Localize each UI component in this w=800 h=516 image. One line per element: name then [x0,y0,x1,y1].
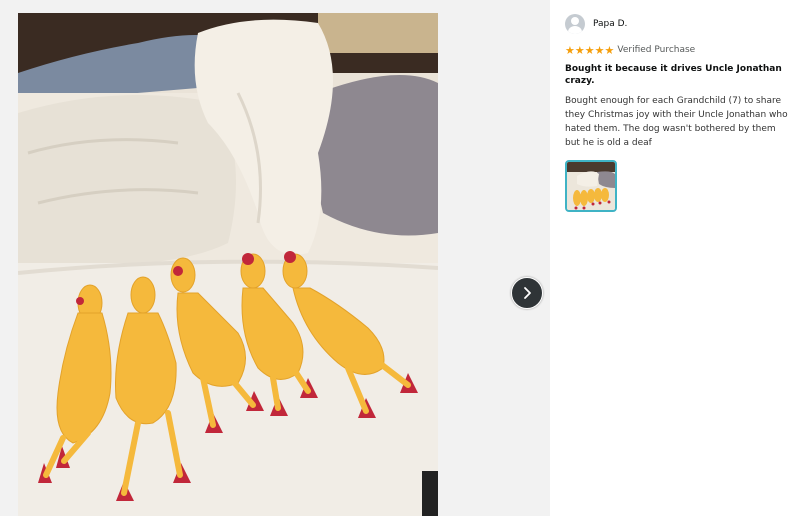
star-rating: ★ ★ ★ ★ ★ [565,45,614,56]
star-icon: ★ [604,43,615,57]
verified-purchase-badge: Verified Purchase [617,45,696,55]
review-image-thumbnail[interactable] [565,160,617,212]
rating-row: ★ ★ ★ ★ ★ Verified Purchase [565,44,793,56]
reviewer-name: Papa D. [593,19,628,29]
chevron-right-icon [524,287,531,299]
star-icon: ★ [574,43,585,57]
image-viewer [0,0,550,516]
review-title: Bought it because it drives Uncle Jonath… [565,64,782,86]
next-image-button[interactable] [511,277,543,309]
star-icon: ★ [594,43,605,57]
avatar-icon [565,14,585,34]
reviewer-row: Papa D. [565,13,793,35]
star-icon: ★ [565,43,575,57]
review-photo [18,13,438,516]
star-icon: ★ [584,43,595,57]
review-body: Bought enough for each Grandchild (7) to… [565,96,788,148]
review-panel: Papa D. ★ ★ ★ ★ ★ Verified Purchase Boug… [565,13,793,212]
